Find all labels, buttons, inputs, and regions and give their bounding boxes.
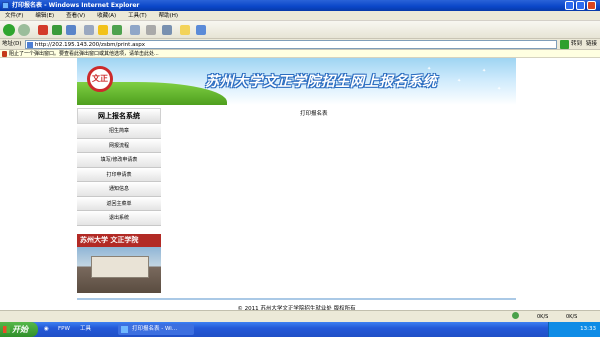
address-label: 地址(D) (2, 41, 22, 47)
taskbar-item-tools[interactable]: 工具 (80, 324, 91, 335)
zone-icon (512, 312, 519, 319)
sidebar-item-edit-application[interactable]: 填写/修改申请表 (77, 153, 161, 168)
start-button[interactable]: 开始 (0, 322, 38, 337)
quicklaunch-ie-icon[interactable]: ◉ (44, 324, 49, 335)
menu-edit[interactable]: 编辑(E) (30, 11, 59, 21)
header-banner: 文正 苏州大学文正学院招生网上报名系统 ✦ ✦ ✦ ✦ (77, 58, 516, 105)
mail-icon[interactable] (130, 25, 140, 35)
close-button[interactable] (587, 1, 596, 10)
ie-icon (121, 326, 128, 333)
bird-icon: ✦ (457, 78, 462, 84)
bird-icon: ✦ (427, 66, 432, 72)
menu-help[interactable]: 帮助(H) (154, 11, 183, 21)
active-window-label: 打印报名表 - Wi... (132, 326, 178, 332)
school-logo: 文正 (87, 66, 113, 92)
status-bar: 0K/S 0K/S (0, 310, 600, 322)
home-icon[interactable] (66, 25, 76, 35)
go-icon[interactable] (560, 40, 569, 49)
refresh-icon[interactable] (52, 25, 62, 35)
taskbar: 开始 ◉ FPW 工具 打印报名表 - Wi... 13:33 (0, 322, 600, 337)
links-button[interactable]: 链接 (586, 39, 597, 50)
toolbar (0, 21, 600, 39)
taskbar-active-window[interactable]: 打印报名表 - Wi... (118, 324, 194, 335)
print-icon[interactable] (146, 25, 156, 35)
discuss-icon[interactable] (180, 25, 190, 35)
campus-photo: 苏州大学 文正学院 (77, 234, 161, 293)
title-bar: 打印报名表 - Windows Internet Explorer (0, 0, 600, 11)
clock[interactable]: 13:33 (580, 326, 596, 332)
go-button[interactable]: 转到 (571, 39, 582, 50)
sidebar-item-main-menu[interactable]: 返回主菜单 (77, 196, 161, 211)
address-url: http://202.195.143.200/zsbm/print.aspx (35, 42, 146, 48)
menu-bar: 文件(F) 编辑(E) 查看(V) 收藏(A) 工具(T) 帮助(H) (0, 11, 600, 21)
footer-divider (77, 298, 516, 300)
page-content: 文正 苏州大学文正学院招生网上报名系统 ✦ ✦ ✦ ✦ 网上报名系统 招生简章 … (0, 58, 600, 320)
history-icon[interactable] (112, 25, 122, 35)
taskbar-item-fpw[interactable]: FPW (58, 324, 70, 335)
campus-building (91, 256, 149, 278)
sidebar-item-process[interactable]: 网报流程 (77, 138, 161, 153)
window-title: 打印报名表 - Windows Internet Explorer (12, 2, 140, 9)
browser-window: 打印报名表 - Windows Internet Explorer 文件(F) … (0, 0, 600, 337)
banner-title: 苏州大学文正学院招生网上报名系统 (205, 74, 437, 90)
sidebar-item-logout[interactable]: 退出系统 (77, 211, 161, 226)
maximize-button[interactable] (576, 1, 585, 10)
popup-blocked-icon (2, 51, 7, 57)
popup-info-bar[interactable]: 阻止了一个弹出窗口。要查看此弹出窗口或其他选项，请单击此处... (0, 50, 600, 58)
menu-file[interactable]: 文件(F) (0, 11, 28, 21)
page-title: 打印报名表 (300, 111, 328, 117)
campus-photo-text: 苏州大学 文正学院 (80, 235, 139, 244)
ie-icon (2, 2, 9, 9)
info-bar-text: 阻止了一个弹出窗口。要查看此弹出窗口或其他选项，请单击此处... (9, 51, 159, 57)
address-input[interactable]: http://202.195.143.200/zsbm/print.aspx (25, 40, 557, 49)
back-icon[interactable] (3, 24, 15, 36)
menu-tools[interactable]: 工具(T) (123, 11, 152, 21)
bird-icon: ✦ (497, 86, 502, 92)
address-bar: 地址(D) http://202.195.143.200/zsbm/print.… (0, 39, 600, 50)
sidebar-heading: 网上报名系统 (77, 108, 161, 124)
stop-icon[interactable] (38, 25, 48, 35)
sidebar: 网上报名系统 招生简章 网报流程 填写/修改申请表 打印申请表 通知信息 返回主… (77, 108, 161, 293)
sidebar-item-notices[interactable]: 通知信息 (77, 182, 161, 197)
system-tray: 13:33 (548, 322, 600, 337)
menu-favorites[interactable]: 收藏(A) (92, 11, 121, 21)
favorites-icon[interactable] (98, 25, 108, 35)
bird-icon: ✦ (482, 68, 487, 74)
menu-view[interactable]: 查看(V) (61, 11, 90, 21)
sidebar-item-print-application[interactable]: 打印申请表 (77, 167, 161, 182)
page-icon (27, 42, 33, 48)
forward-icon[interactable] (18, 24, 30, 36)
windows-flag-icon (3, 326, 10, 333)
start-label: 开始 (12, 325, 28, 334)
sidebar-item-admissions-guide[interactable]: 招生简章 (77, 124, 161, 139)
messenger-icon[interactable] (196, 25, 206, 35)
search-icon[interactable] (84, 25, 94, 35)
edit-icon[interactable] (162, 25, 172, 35)
minimize-button[interactable] (565, 1, 574, 10)
